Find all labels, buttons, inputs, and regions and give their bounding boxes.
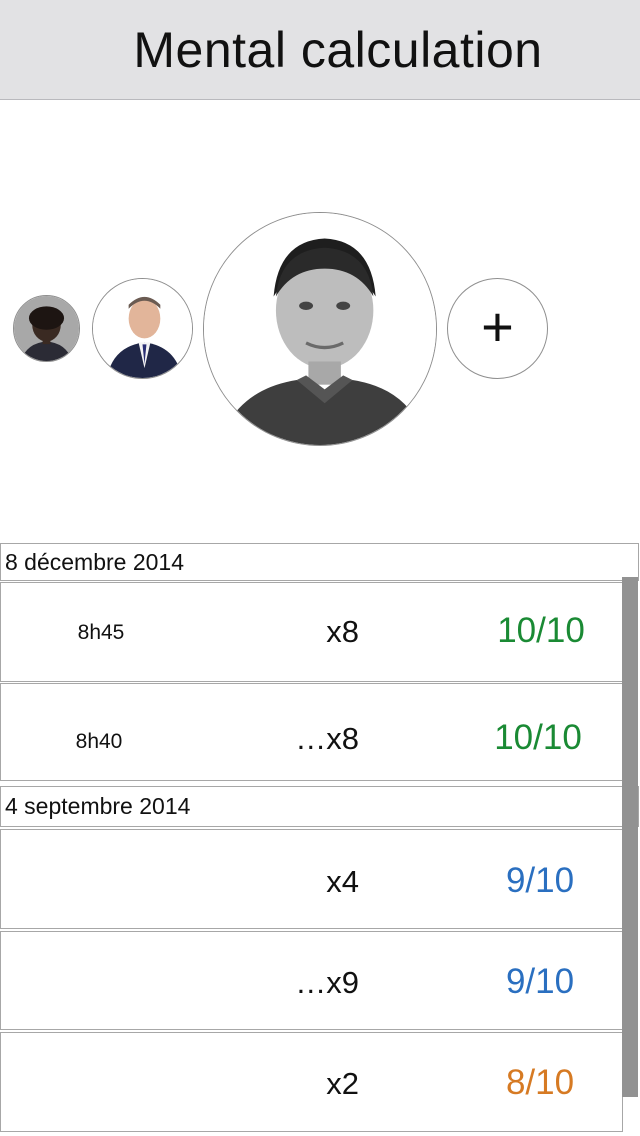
row-score: 8/10 <box>505 1063 575 1102</box>
profile-avatar-1[interactable] <box>13 295 80 362</box>
row-label: x8 <box>326 614 359 649</box>
row-score: 10/10 <box>497 611 585 650</box>
row-score: 10/10 <box>494 718 582 757</box>
profile-avatar-selected[interactable] <box>203 212 437 446</box>
plus-icon: + <box>481 294 514 358</box>
list-item[interactable]: 8h45 x8 10/10 <box>0 582 623 682</box>
section-header-date: 4 septembre 2014 <box>0 786 639 827</box>
list-item[interactable]: x4 9/10 <box>0 829 623 929</box>
list-item[interactable]: 8h40 …x8 10/10 <box>0 683 623 781</box>
row-time: 8h45 <box>77 621 125 644</box>
row-time: 8h40 <box>75 730 123 753</box>
profile-avatar-2[interactable] <box>92 278 193 379</box>
row-score: 9/10 <box>505 861 575 900</box>
section-date: 8 décembre 2014 <box>5 548 185 575</box>
section-header-date: 8 décembre 2014 <box>0 543 639 581</box>
row-label: x4 <box>326 864 359 899</box>
list-item[interactable]: …x9 9/10 <box>0 931 623 1030</box>
list-item[interactable]: x2 8/10 <box>0 1032 623 1132</box>
scrollbar[interactable] <box>622 577 638 1097</box>
add-profile-button[interactable]: + <box>447 278 548 379</box>
person-photo-icon <box>204 213 436 445</box>
row-score: 9/10 <box>505 962 575 1001</box>
person-photo-icon <box>14 296 79 361</box>
person-photo-icon <box>93 279 192 378</box>
page-title: Mental calculation <box>133 21 543 78</box>
app-header: Mental calculation <box>0 0 640 100</box>
row-label: …x8 <box>295 721 359 756</box>
row-label: …x9 <box>295 965 359 1000</box>
section-date: 4 septembre 2014 <box>5 793 191 819</box>
row-label: x2 <box>326 1066 359 1101</box>
